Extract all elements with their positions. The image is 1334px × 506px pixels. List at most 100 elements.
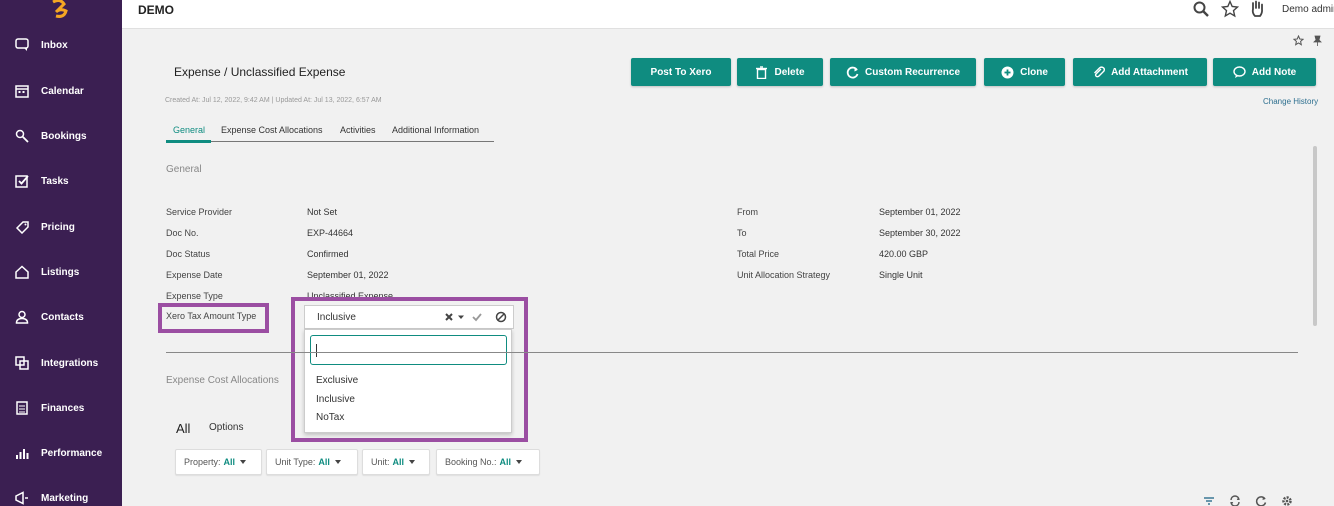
filter-label: Unit Type: [275, 457, 316, 467]
field-label: From [737, 207, 758, 217]
field-value: EXP-44664 [307, 228, 354, 238]
star-outline-icon[interactable] [1293, 35, 1304, 46]
add-attachment-button[interactable]: Add Attachment [1073, 58, 1207, 86]
field-value: Single Unit [879, 270, 923, 280]
filter-booking-no[interactable]: Booking No.: All [436, 449, 540, 475]
options-menu[interactable]: Options [209, 422, 243, 433]
field-label: Doc Status [166, 249, 211, 259]
sidebar-item-pricing[interactable]: Pricing [0, 212, 122, 242]
filter-icon[interactable] [1203, 495, 1215, 506]
checkbox-icon [15, 175, 29, 188]
sidebar-item-label: Integrations [41, 357, 99, 369]
tab-activities[interactable]: Activities [340, 125, 376, 135]
sidebar-item-label: Contacts [41, 311, 84, 323]
sidebar-item-integrations[interactable]: Integrations [0, 348, 122, 378]
option-notax[interactable]: NoTax [316, 412, 344, 423]
scrollbar-thumb[interactable] [1313, 146, 1317, 326]
bar-chart-icon [16, 449, 29, 459]
field-value: September 01, 2022 [307, 270, 389, 280]
xero-tax-label: Xero Tax Amount Type [166, 311, 257, 321]
plus-circle-icon [1001, 66, 1014, 78]
tab-expense-cost-allocations[interactable]: Expense Cost Allocations [221, 125, 323, 135]
button-label: Clone [1020, 66, 1048, 78]
sidebar-item-inbox[interactable]: Inbox [0, 30, 122, 60]
filter-value: All [318, 457, 330, 467]
breadcrumb: Expense / Unclassified Expense [174, 65, 346, 79]
check-icon[interactable] [471, 311, 483, 323]
chat-icon [15, 38, 29, 51]
ledger-icon [16, 401, 28, 415]
filter-unit-type[interactable]: Unit Type: All [266, 449, 358, 475]
sidebar-item-contacts[interactable]: Contacts [0, 302, 122, 332]
logo-icon[interactable] [50, 0, 70, 18]
button-label: Custom Recurrence [864, 66, 961, 78]
field-label: To [737, 228, 747, 238]
user-name[interactable]: Demo admin [1282, 4, 1334, 15]
button-label: Delete [774, 66, 805, 78]
filter-label: Booking No.: [445, 457, 497, 467]
button-label: Add Attachment [1111, 66, 1188, 78]
sidebar-item-performance[interactable]: Performance [0, 438, 122, 468]
sidebar-item-label: Bookings [41, 130, 87, 142]
option-inclusive[interactable]: Inclusive [316, 394, 355, 405]
sidebar-item-finances[interactable]: Finances [0, 393, 122, 423]
option-exclusive[interactable]: Exclusive [316, 375, 358, 386]
field-label: Service Provider [166, 207, 233, 217]
field-value: September 30, 2022 [879, 228, 961, 238]
filter-value: All [499, 457, 512, 467]
reload-icon[interactable] [1255, 495, 1267, 506]
view-all-label[interactable]: All [176, 421, 190, 436]
button-label: Post To Xero [650, 66, 712, 78]
sync-icon[interactable] [1229, 495, 1241, 506]
clone-button[interactable]: Clone [984, 58, 1065, 86]
tab-bar: General Expense Cost Allocations Activit… [166, 122, 494, 143]
field-label: Unit Allocation Strategy [737, 270, 831, 280]
field-value: 420.00 GBP [879, 249, 929, 259]
top-bar: DEMO Demo admin [122, 0, 1334, 29]
chevron-down-icon[interactable] [455, 311, 467, 323]
section-title-cost-allocations: Expense Cost Allocations [166, 375, 279, 386]
button-label: Add Note [1251, 66, 1297, 78]
sidebar-item-bookings[interactable]: Bookings [0, 121, 122, 151]
filter-value: All [223, 457, 236, 467]
hand-icon[interactable] [1248, 0, 1266, 18]
selected-value: Inclusive [317, 312, 356, 323]
add-note-button[interactable]: Add Note [1213, 58, 1316, 86]
sidebar-item-label: Inbox [41, 39, 68, 51]
pin-icon[interactable] [1312, 35, 1323, 46]
filter-label: Property: [184, 457, 221, 467]
tab-additional-information[interactable]: Additional Information [392, 125, 479, 135]
xero-tax-select[interactable]: Inclusive [304, 305, 514, 329]
sidebar-item-calendar[interactable]: Calendar [0, 76, 122, 106]
sidebar-item-listings[interactable]: Listings [0, 257, 122, 287]
filter-unit[interactable]: Unit: All [362, 449, 430, 475]
field-label: Expense Date [166, 270, 223, 280]
section-title: General [166, 164, 202, 175]
filter-property[interactable]: Property: All [175, 449, 262, 475]
settings-gear-icon[interactable] [1281, 495, 1293, 506]
change-history-link[interactable]: Change History [1263, 97, 1318, 106]
cancel-icon[interactable] [495, 311, 507, 323]
paperclip-icon [1094, 65, 1106, 77]
star-icon[interactable] [1221, 0, 1239, 18]
sidebar-item-tasks[interactable]: Tasks [0, 166, 122, 196]
filter-label: Unit: [371, 457, 390, 467]
dropdown-search-input[interactable] [310, 335, 507, 365]
section-divider [166, 352, 1298, 353]
xero-tax-dropdown: Exclusive Inclusive NoTax [304, 329, 512, 433]
sidebar: Inbox Calendar Bookings Tasks Pricing Li… [0, 0, 122, 506]
tab-general[interactable]: General [173, 125, 205, 135]
sidebar-item-marketing[interactable]: Marketing [0, 483, 122, 506]
calendar-icon [15, 85, 29, 98]
field-label: Doc No. [166, 228, 199, 238]
tag-icon [15, 221, 29, 234]
delete-button[interactable]: Delete [737, 58, 823, 86]
post-to-xero-button[interactable]: Post To Xero [631, 58, 731, 86]
sidebar-item-label: Marketing [41, 492, 89, 504]
megaphone-icon [15, 491, 28, 505]
key-icon [15, 129, 29, 143]
search-icon[interactable] [1192, 0, 1210, 18]
custom-recurrence-button[interactable]: Custom Recurrence [830, 58, 976, 86]
clear-icon[interactable] [443, 311, 455, 323]
sidebar-item-label: Listings [41, 266, 80, 278]
